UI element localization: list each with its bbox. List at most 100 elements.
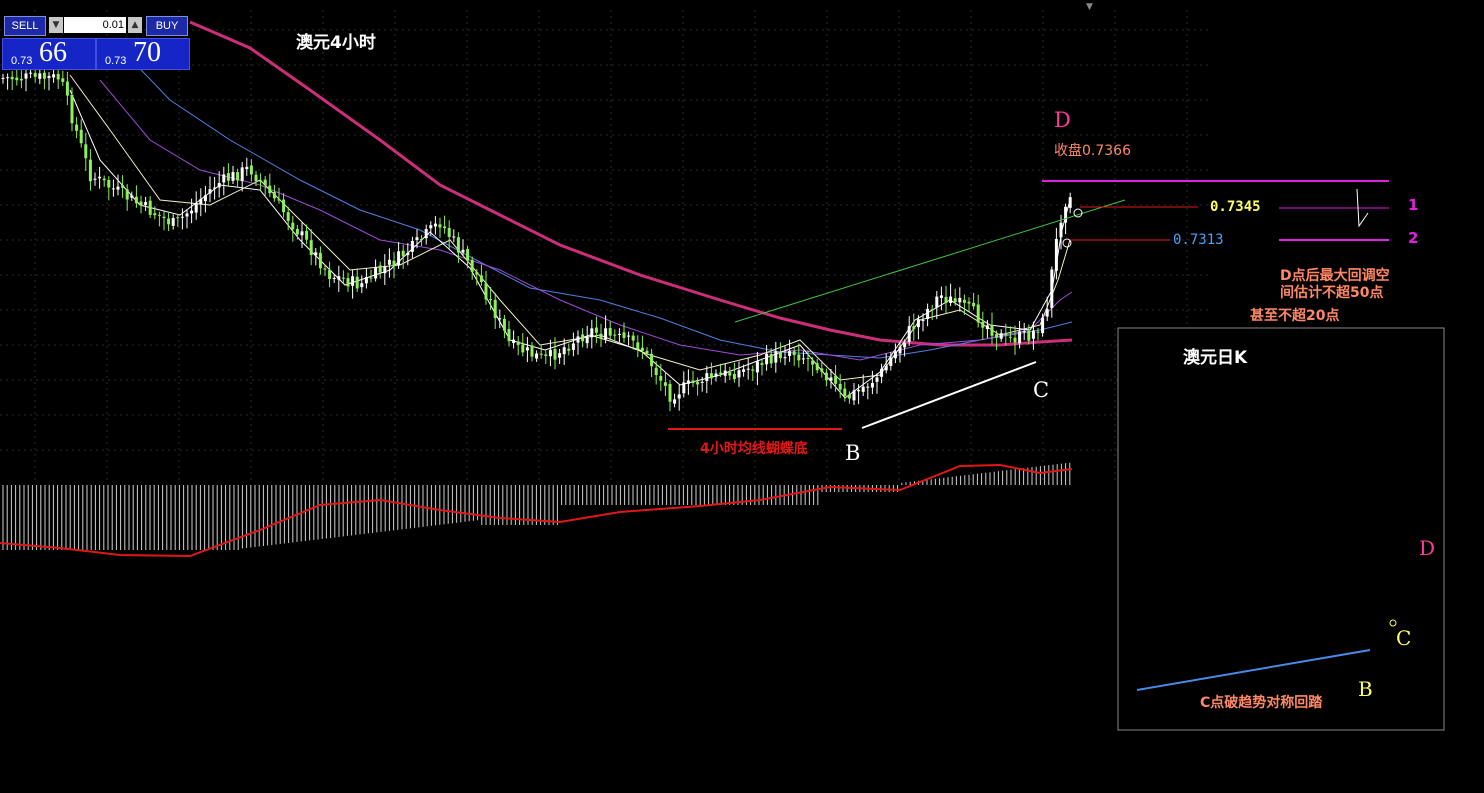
candle-body — [806, 358, 810, 360]
candle-body — [351, 276, 355, 286]
candle-body — [438, 224, 442, 228]
candle-body — [668, 383, 672, 402]
close-label: 收盘0.7366 — [1054, 142, 1131, 159]
candle-body — [640, 347, 644, 351]
candle-body — [479, 275, 483, 283]
candle-body — [778, 352, 782, 359]
sell-button[interactable]: SELL — [4, 16, 46, 36]
level-0.7313-label: 0.7313 — [1173, 232, 1224, 248]
chart-grid — [0, 10, 1210, 480]
candle-body — [236, 172, 240, 181]
candle-body — [962, 299, 966, 303]
candle-body — [585, 336, 589, 344]
candle-body — [1064, 206, 1068, 223]
candle-body — [604, 328, 608, 340]
candle-body — [231, 172, 235, 181]
candle-body — [953, 298, 957, 303]
candle-body — [93, 178, 97, 180]
candle-body — [1036, 331, 1040, 333]
candle-body — [56, 73, 60, 80]
bid-pips: 66 — [39, 37, 67, 68]
candle-body — [203, 195, 207, 202]
candle-body — [309, 240, 313, 256]
candle-body — [926, 308, 930, 319]
candle-body — [300, 231, 304, 236]
candle-body — [847, 394, 851, 399]
candle-body — [217, 182, 221, 188]
candle-body — [328, 269, 332, 280]
label-d: D — [1054, 108, 1071, 132]
candle-body — [102, 178, 106, 181]
candle-body — [663, 382, 667, 386]
scroll-marker-icon[interactable]: ▼ — [1086, 2, 1093, 12]
candle-body — [765, 353, 769, 365]
candle-body — [567, 348, 571, 351]
candle-body — [282, 199, 286, 213]
note-line-3: 甚至不超20点 — [1250, 307, 1339, 324]
candle-body — [139, 201, 143, 206]
candlestick-series — [1, 60, 1072, 412]
lot-increase-icon[interactable]: ▲ — [128, 17, 142, 33]
candle-body — [870, 382, 874, 388]
candle-body — [213, 187, 217, 189]
candle-body — [157, 214, 161, 216]
candle-body — [98, 176, 102, 179]
title-4h: 澳元4小时 — [296, 32, 376, 53]
candle-body — [374, 267, 378, 279]
ask-quote-button[interactable]: 0.73 70 — [96, 37, 190, 70]
candle-body — [111, 188, 115, 190]
candle-body — [1004, 334, 1008, 336]
candle-body — [452, 236, 456, 238]
candle-body — [1027, 331, 1031, 341]
candle-body — [61, 78, 65, 82]
candle-body — [337, 276, 341, 280]
candle-body — [912, 326, 916, 329]
candle-body — [613, 334, 617, 336]
candle-body — [880, 368, 884, 377]
candle-body — [548, 349, 552, 357]
candle-body — [760, 363, 764, 365]
candle-body — [383, 266, 387, 274]
forex-chart: 澳元4小时 D 收盘0.7366 0.7345 0.7313 1 2 D点后最大… — [0, 2, 1445, 731]
buy-button[interactable]: BUY — [146, 16, 188, 36]
candle-body — [24, 73, 28, 79]
lot-size-input[interactable] — [64, 17, 126, 33]
candle-body — [29, 72, 33, 74]
candle-body — [999, 333, 1003, 339]
candle-body — [318, 252, 322, 269]
candle-body — [774, 351, 778, 363]
lot-decrease-icon[interactable]: ▼ — [49, 17, 63, 33]
candle-body — [295, 228, 299, 235]
candle-body — [935, 296, 939, 308]
candle-body — [116, 186, 120, 190]
candle-body — [1054, 238, 1058, 271]
candle-body — [829, 377, 833, 381]
candle-body — [1045, 309, 1049, 317]
candle-body — [755, 361, 759, 373]
candle-body — [976, 304, 980, 323]
candle-body — [700, 381, 704, 383]
candle-body — [378, 265, 382, 273]
candle-body — [990, 325, 994, 336]
candle-body — [834, 375, 838, 384]
candle-body — [820, 368, 824, 372]
candle-body — [52, 74, 56, 78]
candle-body — [456, 237, 460, 253]
candle-body — [594, 327, 598, 333]
candle-body — [958, 297, 962, 303]
candle-body — [783, 357, 787, 359]
bid-quote-button[interactable]: 0.73 66 — [2, 37, 96, 70]
candle-body — [944, 296, 948, 303]
candle-body — [659, 375, 663, 381]
candle-body — [19, 78, 23, 81]
candle-body — [898, 347, 902, 354]
candle-body — [1059, 222, 1063, 238]
candle-body — [121, 185, 125, 188]
candle-body — [305, 230, 309, 240]
candle-body — [815, 363, 819, 371]
candle-body — [84, 144, 88, 159]
candle-body — [79, 129, 83, 144]
candle-body — [493, 299, 497, 319]
candle-body — [226, 173, 230, 181]
candle-body — [249, 165, 253, 175]
